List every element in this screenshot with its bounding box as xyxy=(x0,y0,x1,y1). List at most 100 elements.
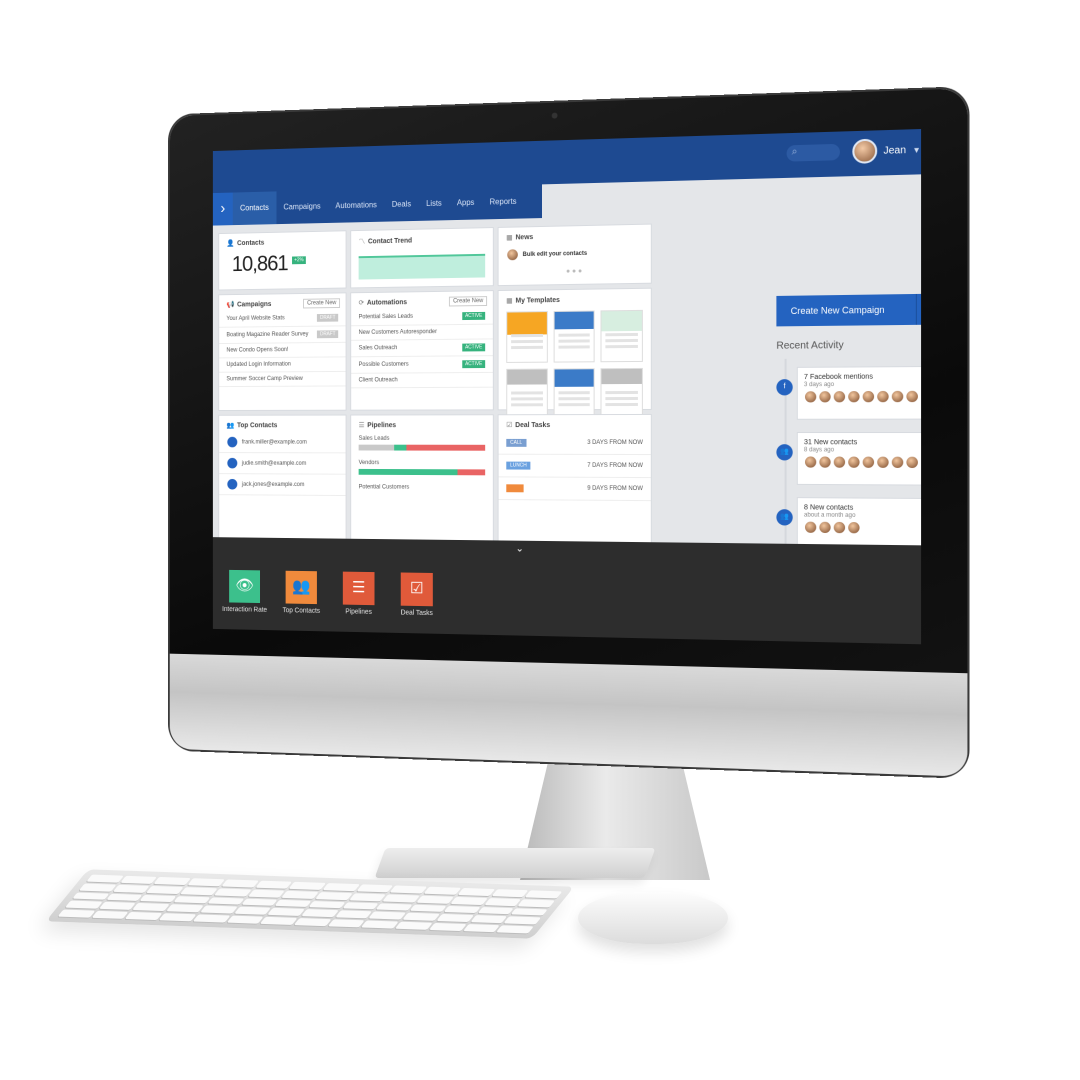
tab-apps[interactable]: Apps xyxy=(449,186,482,220)
template-thumbnail[interactable] xyxy=(506,311,547,363)
activity-item[interactable]: 7 Facebook mentions 3 days ago xyxy=(797,366,921,420)
automation-row[interactable]: Sales Outreach ACTIVE xyxy=(351,339,493,357)
pipeline-bar-segment xyxy=(394,445,407,451)
automation-row[interactable]: Potential Sales Leads ACTIVE xyxy=(351,308,493,326)
avatar[interactable] xyxy=(804,390,817,403)
key xyxy=(159,913,196,921)
activity-item[interactable]: 31 New contacts 8 days ago xyxy=(797,432,921,486)
search-box[interactable]: ⌕ xyxy=(787,144,840,162)
key xyxy=(173,896,210,904)
imac-display: ⌕ Jean ▼ › Contacts Campaigns Automations D… xyxy=(170,88,968,777)
avatar[interactable] xyxy=(847,456,860,469)
campaign-row[interactable]: Updated Login Information xyxy=(219,357,345,372)
pipelines-icon: ☰ xyxy=(343,572,375,606)
create-campaign-button[interactable]: Create New xyxy=(303,298,340,308)
tab-automations[interactable]: Automations xyxy=(328,189,384,223)
pipeline-item[interactable]: Potential Customers xyxy=(351,481,493,492)
chevron-down-icon[interactable]: ▼ xyxy=(916,294,921,325)
avatar[interactable] xyxy=(905,390,919,403)
news-card[interactable]: ▦ News Bulk edit your contacts ● ● ● xyxy=(498,224,652,287)
avatar[interactable] xyxy=(818,521,831,534)
activity-time: 3 days ago xyxy=(798,380,921,390)
tray-widget-pipelines[interactable]: ☰ Pipelines xyxy=(326,571,391,616)
avatar[interactable] xyxy=(818,390,831,403)
deal-task-row[interactable]: LUNCH 7 DAYS FROM NOW xyxy=(499,455,651,478)
create-automation-button[interactable]: Create New xyxy=(449,296,487,306)
template-thumbnail[interactable] xyxy=(553,310,595,362)
automation-name: Client Outreach xyxy=(359,377,398,383)
tray-label: Deal Tasks xyxy=(384,609,450,617)
avatar[interactable] xyxy=(804,455,817,468)
facebook-icon: f xyxy=(776,379,792,395)
user-menu[interactable]: Jean ▼ xyxy=(852,137,920,164)
tab-campaigns[interactable]: Campaigns xyxy=(276,190,328,224)
contact-row[interactable]: judie.smith@example.com xyxy=(219,453,345,475)
contact-row[interactable]: frank.miller@example.com xyxy=(219,432,345,453)
avatar[interactable] xyxy=(876,390,890,403)
tray-widget-deal-tasks[interactable]: ☑ Deal Tasks xyxy=(384,572,450,617)
grid-icon: ▦ xyxy=(506,298,512,305)
main-nav: Contacts Campaigns Automations Deals Lists Ap… xyxy=(233,184,542,225)
contact-row[interactable]: jack.jones@example.com xyxy=(219,474,345,496)
news-item-content: Bulk edit your contacts xyxy=(506,247,587,261)
pipeline-item[interactable]: Vendors xyxy=(351,456,493,475)
tray-widget-top-contacts[interactable]: 👥 Top Contacts xyxy=(269,571,333,616)
templates-card: ▦ My Templates xyxy=(498,288,652,411)
contacts-title: Contacts xyxy=(237,240,264,247)
contacts-icon: 👥 xyxy=(226,422,234,429)
campaign-row[interactable]: Your April Website Stats DRAFT xyxy=(219,310,345,328)
template-thumbnail[interactable] xyxy=(506,369,547,421)
news-item[interactable]: Bulk edit your contacts xyxy=(499,242,651,266)
automation-row[interactable]: New Customers Autoresponder xyxy=(351,325,493,341)
refresh-icon: ⟳ xyxy=(359,300,364,307)
avatar[interactable] xyxy=(920,456,921,469)
avatar[interactable] xyxy=(905,456,919,469)
campaign-row[interactable]: Boating Magazine Reader Survey DRAFT xyxy=(219,326,345,344)
avatar[interactable] xyxy=(833,455,846,468)
key xyxy=(409,904,446,912)
contacts-count: 10,861 +2% xyxy=(219,248,345,279)
pipeline-list: Sales Leads Vendors Potential Customers xyxy=(351,432,493,491)
key xyxy=(132,903,169,911)
avatar[interactable] xyxy=(847,521,860,534)
tray-toggle-chevron-icon[interactable]: ⌄ xyxy=(488,540,552,559)
contacts-icon: 👥 xyxy=(776,444,792,460)
contact-trend-card[interactable]: 〽 Contact Trend xyxy=(350,227,494,288)
avatar[interactable] xyxy=(862,456,875,469)
tab-contacts[interactable]: Contacts xyxy=(233,191,276,225)
app-logo-icon[interactable]: › xyxy=(213,193,233,226)
contacts-card[interactable]: 👤 Contacts 10,861 +2% xyxy=(218,230,346,290)
avatar[interactable] xyxy=(847,390,860,403)
status-badge: DRAFT xyxy=(317,330,338,338)
avatar[interactable] xyxy=(876,456,890,469)
tab-reports[interactable]: Reports xyxy=(482,185,524,220)
tab-deals[interactable]: Deals xyxy=(384,188,418,222)
status-badge: ACTIVE xyxy=(462,312,485,320)
carousel-dots[interactable]: ● ● ● xyxy=(499,267,651,277)
avatar[interactable] xyxy=(862,390,875,403)
campaign-row[interactable]: Summer Soccer Camp Preview xyxy=(219,372,345,387)
pipeline-name: Sales Leads xyxy=(351,432,493,442)
create-new-campaign-button[interactable]: Create New Campaign ▼ xyxy=(776,294,921,327)
trend-chart xyxy=(359,254,486,280)
avatar[interactable] xyxy=(804,521,817,534)
template-thumbnail[interactable] xyxy=(601,310,643,362)
automation-row[interactable]: Client Outreach xyxy=(351,373,493,388)
deal-task-row[interactable]: CALL 3 DAYS FROM NOW xyxy=(499,432,651,455)
avatar[interactable] xyxy=(818,455,831,468)
deal-task-row[interactable]: 9 DAYS FROM NOW xyxy=(499,477,651,501)
avatar[interactable] xyxy=(891,390,905,403)
avatar[interactable] xyxy=(891,456,905,469)
contact-entry: judie.smith@example.com xyxy=(226,457,306,470)
key xyxy=(154,877,191,885)
tray-widget-interaction-rate[interactable]: 👁 Interaction Rate xyxy=(213,570,277,614)
automation-row[interactable]: Possible Customers ACTIVE xyxy=(351,356,493,374)
avatar[interactable] xyxy=(833,390,846,403)
template-thumbnail[interactable] xyxy=(601,368,643,420)
pipeline-item[interactable]: Sales Leads xyxy=(351,432,493,451)
key xyxy=(511,908,548,916)
campaign-row[interactable]: New Condo Opens Soon! xyxy=(219,343,345,359)
template-thumbnail[interactable] xyxy=(553,368,595,420)
avatar[interactable] xyxy=(833,521,846,534)
tab-lists[interactable]: Lists xyxy=(419,187,450,221)
